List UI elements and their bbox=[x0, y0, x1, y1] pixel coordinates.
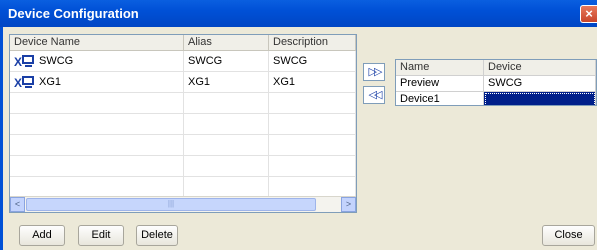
scrollbar-thumb[interactable]: ||| bbox=[26, 198, 316, 211]
empty-table-row bbox=[10, 177, 356, 198]
device-configuration-window: Device Configuration × Device Name Alias… bbox=[0, 0, 597, 250]
assignment-table: Name Device Preview SWCG Device1 bbox=[395, 59, 597, 106]
device-name-text: XG1 bbox=[39, 76, 62, 88]
assignment-name-cell: Preview bbox=[396, 76, 484, 91]
close-window-button[interactable]: × bbox=[580, 5, 597, 23]
description-cell: XG1 bbox=[269, 72, 356, 92]
description-cell: SWCG bbox=[269, 51, 356, 71]
column-header-name[interactable]: Name bbox=[396, 60, 484, 75]
alias-cell: SWCG bbox=[184, 51, 269, 71]
assignment-name-cell: Device1 bbox=[396, 92, 484, 105]
device-name-text: SWCG bbox=[39, 55, 74, 67]
devices-table: Device Name Alias Description X SWCG SWCG… bbox=[9, 34, 357, 213]
close-button[interactable]: Close bbox=[542, 225, 595, 246]
window-title: Device Configuration bbox=[8, 6, 139, 21]
column-header-device[interactable]: Device bbox=[484, 60, 596, 75]
devices-table-body: X SWCG SWCG SWCG X XG1 XG1 XG1 bbox=[10, 51, 356, 212]
assignment-device-cell-selected[interactable] bbox=[484, 92, 596, 105]
alias-cell: XG1 bbox=[184, 72, 269, 92]
empty-table-row bbox=[10, 114, 356, 135]
device-monitor-icon: X bbox=[14, 54, 38, 69]
title-bar: Device Configuration × bbox=[0, 0, 597, 27]
scroll-left-button[interactable]: < bbox=[10, 197, 25, 212]
assignment-table-header: Name Device bbox=[396, 60, 596, 76]
table-row[interactable]: Preview SWCG bbox=[396, 76, 596, 92]
delete-button[interactable]: Delete bbox=[136, 225, 178, 246]
assignment-device-cell[interactable]: SWCG bbox=[484, 76, 596, 91]
devices-table-header: Device Name Alias Description bbox=[10, 35, 356, 51]
device-name-cell: X SWCG bbox=[10, 51, 184, 71]
device-monitor-icon: X bbox=[14, 75, 38, 90]
scroll-right-button[interactable]: > bbox=[341, 197, 356, 212]
device-name-cell: X XG1 bbox=[10, 72, 184, 92]
column-header-alias[interactable]: Alias bbox=[184, 35, 269, 50]
remove-all-arrow-button[interactable]: ◁◁ bbox=[363, 86, 385, 104]
add-all-arrow-button[interactable]: ▷▷ bbox=[363, 63, 385, 81]
empty-table-row bbox=[10, 135, 356, 156]
column-header-description[interactable]: Description bbox=[269, 35, 356, 50]
table-row[interactable]: X SWCG SWCG SWCG bbox=[10, 51, 356, 72]
edit-button[interactable]: Edit bbox=[78, 225, 124, 246]
table-row[interactable]: Device1 bbox=[396, 92, 596, 105]
table-row[interactable]: X XG1 XG1 XG1 bbox=[10, 72, 356, 93]
empty-table-row bbox=[10, 93, 356, 114]
horizontal-scrollbar[interactable]: < ||| > bbox=[10, 196, 356, 212]
empty-table-row bbox=[10, 156, 356, 177]
add-button[interactable]: Add bbox=[19, 225, 65, 246]
column-header-device-name[interactable]: Device Name bbox=[10, 35, 184, 50]
